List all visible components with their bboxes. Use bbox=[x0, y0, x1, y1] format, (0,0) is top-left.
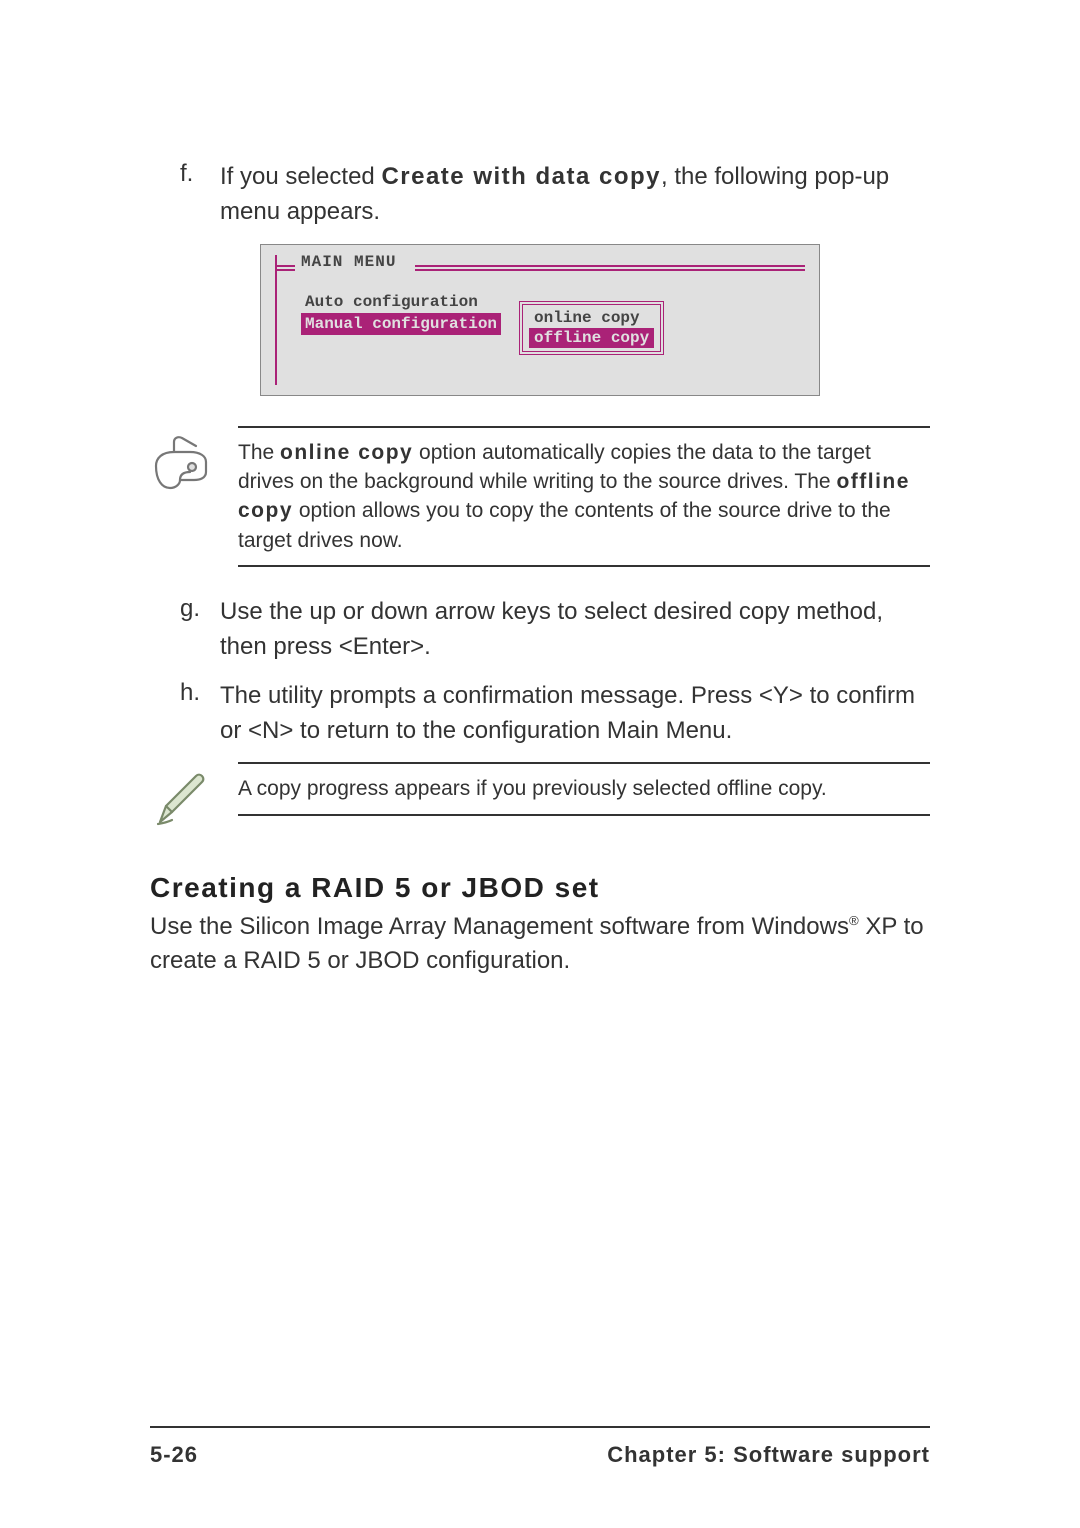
list-marker: h. bbox=[180, 679, 208, 749]
step-g: g. Use the up or down arrow keys to sele… bbox=[180, 595, 930, 665]
section-heading: Creating a RAID 5 or JBOD set bbox=[150, 872, 930, 904]
menu-item-manual-configuration[interactable]: Manual configuration bbox=[301, 313, 501, 335]
bold-term: Create with data copy bbox=[381, 163, 661, 190]
pencil-icon bbox=[150, 768, 214, 832]
copy-method-popup: online copy offline copy bbox=[519, 301, 664, 355]
page-number: 5-26 bbox=[150, 1442, 198, 1468]
step-h: h. The utility prompts a confirmation me… bbox=[180, 679, 930, 749]
frame-rule bbox=[415, 265, 805, 271]
section-body: Use the Silicon Image Array Management s… bbox=[150, 910, 930, 977]
list-marker: g. bbox=[180, 595, 208, 665]
note-text: A copy progress appears if you previousl… bbox=[238, 762, 930, 815]
registered-mark: ® bbox=[849, 913, 859, 928]
bios-screenshot: MAIN MENU Auto configuration Manual conf… bbox=[260, 244, 820, 396]
menu-item-auto-configuration[interactable]: Auto configuration bbox=[301, 291, 482, 313]
note-text: The online copy option automatically cop… bbox=[238, 426, 930, 568]
step-g-text: Use the up or down arrow keys to select … bbox=[220, 595, 930, 665]
note-box: A copy progress appears if you previousl… bbox=[150, 762, 930, 832]
frame-title-bar: MAIN MENU bbox=[275, 255, 805, 277]
step-h-text: The utility prompts a confirmation messa… bbox=[220, 679, 930, 749]
step-f: f. If you selected Create with data copy… bbox=[180, 160, 930, 230]
popup-option-online-copy[interactable]: online copy bbox=[529, 308, 654, 328]
chapter-label: Chapter 5: Software support bbox=[607, 1442, 930, 1468]
step-f-text: If you selected Create with data copy, t… bbox=[220, 160, 930, 230]
frame-rule bbox=[275, 265, 295, 271]
text-fragment: Use the Silicon Image Array Management s… bbox=[150, 913, 849, 940]
note-box: The online copy option automatically cop… bbox=[150, 426, 930, 568]
list-marker: f. bbox=[180, 160, 208, 230]
text-fragment: If you selected bbox=[220, 163, 381, 190]
main-menu-label: MAIN MENU bbox=[295, 253, 402, 271]
pointing-hand-icon bbox=[150, 432, 214, 496]
popup-option-offline-copy[interactable]: offline copy bbox=[529, 328, 654, 348]
page-footer: 5-26 Chapter 5: Software support bbox=[150, 1426, 930, 1468]
manual-page: f. If you selected Create with data copy… bbox=[0, 0, 1080, 1528]
